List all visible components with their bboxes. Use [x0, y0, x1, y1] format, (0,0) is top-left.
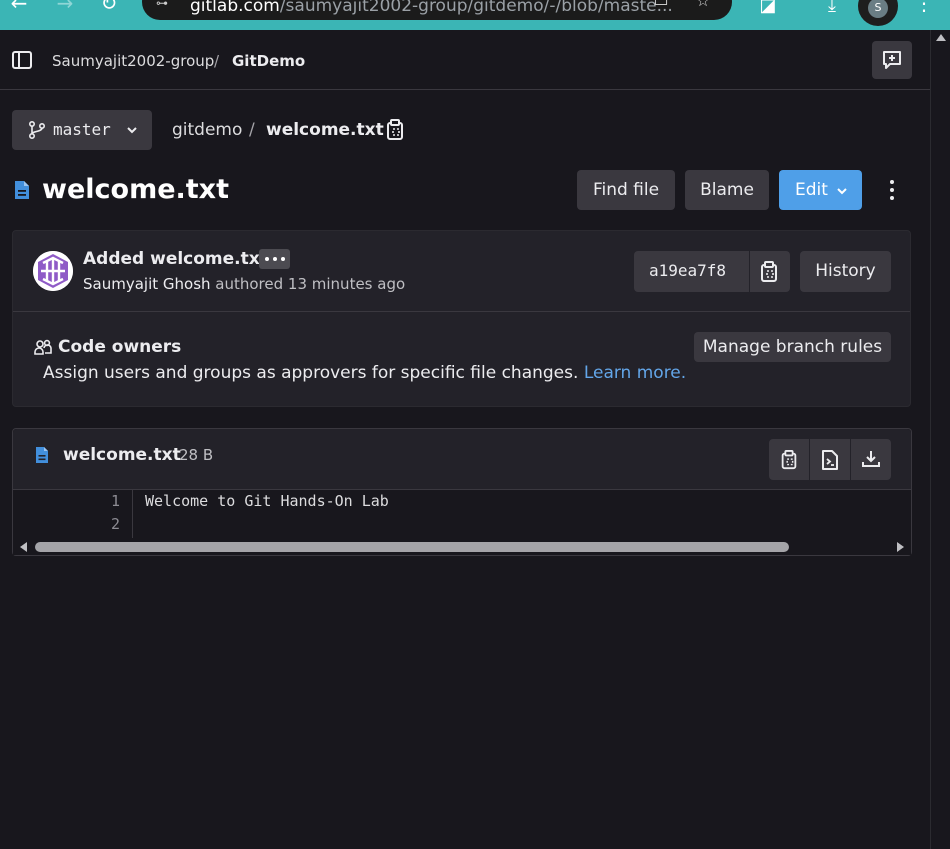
page-title: welcome.txt	[42, 174, 229, 205]
breadcrumb-project[interactable]: GitDemo	[232, 51, 305, 71]
line-number[interactable]: 2	[111, 513, 120, 536]
users-icon	[34, 339, 52, 355]
branch-icon	[29, 121, 46, 139]
browser-toolbar: ← → ↻ ⊶ gitlab.com/saumyajit2002-group/g…	[0, 0, 950, 30]
chevron-down-icon	[127, 127, 137, 134]
copy-icon	[781, 450, 797, 470]
page-scrollbar[interactable]	[930, 30, 950, 849]
duo-chat-button[interactable]	[872, 41, 912, 79]
chat-plus-icon	[883, 51, 901, 69]
line-number[interactable]: 1	[111, 490, 120, 513]
document-icon	[36, 447, 48, 463]
copy-sha-icon[interactable]	[760, 261, 778, 283]
commit-expand-button[interactable]	[259, 249, 290, 269]
file-viewer-header: welcome.txt 28 B	[13, 429, 911, 490]
file-viewer: welcome.txt 28 B 1 2 Welcome to Git Hand…	[12, 428, 912, 556]
code-line: Welcome to Git Hands-On Lab	[145, 492, 389, 510]
copy-path-button[interactable]	[386, 119, 406, 141]
blame-button[interactable]: Blame	[685, 170, 769, 210]
file-name[interactable]: welcome.txt	[63, 444, 181, 466]
extensions-icon[interactable]: ◪	[756, 0, 780, 18]
edit-label: Edit	[795, 180, 828, 200]
scroll-left-arrow-icon[interactable]	[20, 542, 27, 552]
manage-branch-rules-button[interactable]: Manage branch rules	[694, 332, 891, 362]
chevron-down-icon	[837, 188, 847, 195]
sidebar-toggle-icon[interactable]	[12, 51, 32, 69]
back-arrow-icon[interactable]: ←	[6, 0, 32, 16]
code-owners-text: Assign users and groups as approvers for…	[43, 363, 579, 383]
horizontal-scrollbar[interactable]	[13, 538, 911, 555]
cast-icon[interactable]: ▭	[650, 0, 672, 9]
commit-sha-group: a19ea7f8	[634, 251, 790, 292]
site-info-icon[interactable]: ⊶	[156, 0, 172, 9]
file-actions-group	[769, 439, 891, 480]
download-icon	[862, 451, 880, 467]
divider	[749, 251, 750, 292]
find-file-button[interactable]: Find file	[577, 170, 675, 210]
top-bar: Saumyajit2002-group / GitDemo	[0, 30, 930, 90]
file-size: 28 B	[179, 446, 214, 464]
commit-author[interactable]: Saumyajit Ghosh	[83, 275, 211, 293]
profile-avatar[interactable]: S	[858, 0, 898, 26]
scroll-right-arrow-icon[interactable]	[897, 542, 904, 552]
line-number-gutter: 1 2	[13, 490, 133, 538]
commit-info-card: Added welcome.txt Saumyajit Ghosh author…	[12, 230, 911, 407]
path-repo-link[interactable]: gitdemo	[172, 120, 242, 140]
breadcrumb-separator: /	[214, 52, 220, 70]
history-button[interactable]: History	[800, 251, 891, 292]
scroll-up-arrow-icon[interactable]	[936, 34, 946, 41]
document-icon	[14, 180, 30, 204]
more-actions-icon[interactable]	[882, 178, 902, 202]
commit-title[interactable]: Added welcome.txt	[83, 248, 268, 270]
reload-icon[interactable]: ↻	[96, 0, 122, 16]
code-owners-description: Assign users and groups as approvers for…	[43, 362, 686, 384]
path-separator: /	[249, 120, 255, 140]
scrollbar-thumb[interactable]	[35, 542, 789, 552]
forward-arrow-icon[interactable]: →	[52, 0, 78, 16]
avatar[interactable]	[33, 251, 73, 291]
divider	[13, 311, 910, 312]
raw-file-icon	[822, 450, 838, 470]
address-bar[interactable]: ⊶ gitlab.com/saumyajit2002-group/gitdemo…	[142, 0, 732, 20]
download-button[interactable]	[851, 439, 891, 480]
copy-contents-button[interactable]	[769, 439, 809, 480]
edit-dropdown-button[interactable]: Edit	[779, 170, 862, 210]
breadcrumb-group[interactable]: Saumyajit2002-group	[52, 51, 214, 71]
bookmark-star-icon[interactable]: ☆	[692, 0, 714, 9]
commit-sha[interactable]: a19ea7f8	[649, 261, 726, 281]
branch-name: master	[53, 120, 111, 139]
path-file-name: welcome.txt	[266, 120, 384, 140]
learn-more-link[interactable]: Learn more.	[584, 363, 686, 383]
code-content[interactable]: 1 2 Welcome to Git Hands-On Lab	[13, 490, 911, 538]
url-text: gitlab.com/saumyajit2002-group/gitdemo/-…	[190, 0, 673, 16]
code-owners-title: Code owners	[58, 337, 182, 357]
commit-authored-time: authored 13 minutes ago	[215, 275, 406, 293]
branch-selector[interactable]: master	[12, 110, 152, 150]
download-icon[interactable]: ⤓	[820, 0, 844, 18]
open-raw-button[interactable]	[810, 439, 850, 480]
copy-icon	[387, 119, 403, 140]
browser-menu-icon[interactable]: ⋮	[914, 0, 934, 16]
commit-meta: Saumyajit Ghosh authored 13 minutes ago	[83, 274, 405, 294]
